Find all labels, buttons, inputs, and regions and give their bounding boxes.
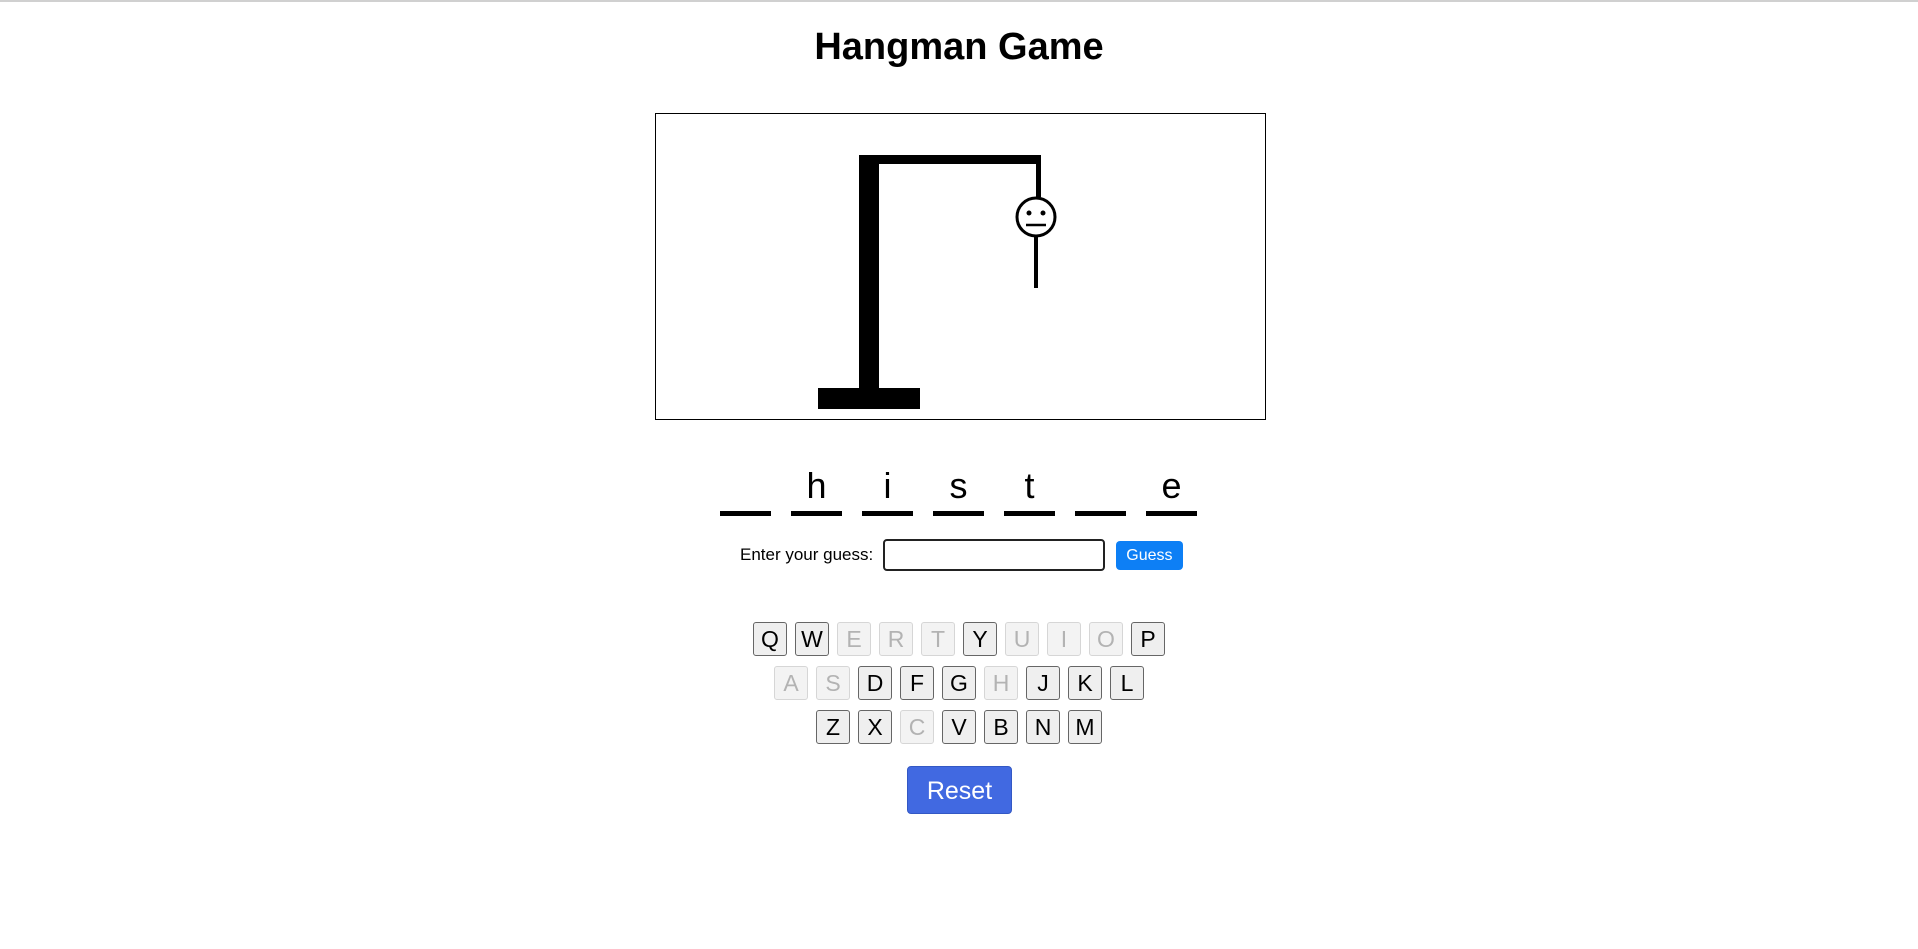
gallows-pole: [859, 155, 879, 389]
key-m[interactable]: M: [1068, 710, 1102, 744]
key-h: H: [984, 666, 1018, 700]
key-r: R: [879, 622, 913, 656]
guess-input[interactable]: [883, 539, 1106, 571]
key-j[interactable]: J: [1026, 666, 1060, 700]
key-f[interactable]: F: [900, 666, 934, 700]
guess-form: Enter your guess: Guess: [740, 538, 1183, 572]
key-w[interactable]: W: [795, 622, 829, 656]
hangman-left-eye: [1026, 210, 1032, 216]
key-p[interactable]: P: [1131, 622, 1165, 656]
letter-slot: t: [1004, 462, 1055, 516]
hangman-canvas: [655, 113, 1266, 420]
keyboard-row: ASDFGHJKL: [0, 666, 1918, 701]
key-z[interactable]: Z: [816, 710, 850, 744]
gallows-drawing: [818, 155, 1057, 409]
key-t: T: [921, 622, 955, 656]
keyboard-row: ZXCVBNM: [0, 710, 1918, 745]
letter-slot: [720, 462, 771, 516]
gallows-base: [818, 388, 920, 409]
key-c: C: [900, 710, 934, 744]
key-o: O: [1089, 622, 1123, 656]
keyboard-row: QWERTYUIOP: [0, 622, 1918, 657]
letter-slot: s: [933, 462, 984, 516]
key-v[interactable]: V: [942, 710, 976, 744]
word-display: hist e: [720, 462, 1197, 516]
hangman-right-eye: [1040, 210, 1046, 216]
gallows-beam: [859, 155, 1041, 164]
key-i: I: [1047, 622, 1081, 656]
key-k[interactable]: K: [1068, 666, 1102, 700]
guess-label: Enter your guess:: [740, 545, 874, 564]
gallows-rope: [1036, 155, 1041, 197]
key-b[interactable]: B: [984, 710, 1018, 744]
key-x[interactable]: X: [858, 710, 892, 744]
letter-slot: [1075, 462, 1126, 516]
key-u: U: [1005, 622, 1039, 656]
key-q[interactable]: Q: [753, 622, 787, 656]
guess-button[interactable]: Guess: [1116, 540, 1183, 570]
hangman-head: [1015, 196, 1057, 238]
key-y[interactable]: Y: [963, 622, 997, 656]
key-a: A: [774, 666, 808, 700]
key-n[interactable]: N: [1026, 710, 1060, 744]
letter-slot: e: [1146, 462, 1197, 516]
key-d[interactable]: D: [858, 666, 892, 700]
page-title: Hangman Game: [814, 26, 1104, 68]
key-g[interactable]: G: [942, 666, 976, 700]
letter-keyboard: QWERTYUIOP ASDFGHJKL ZXCVBNM: [0, 622, 1918, 754]
reset-button[interactable]: Reset: [907, 766, 1012, 814]
key-s: S: [816, 666, 850, 700]
letter-slot: i: [862, 462, 913, 516]
key-e: E: [837, 622, 871, 656]
letter-slot: h: [791, 462, 842, 516]
top-border: [0, 0, 1918, 2]
key-l[interactable]: L: [1110, 666, 1144, 700]
